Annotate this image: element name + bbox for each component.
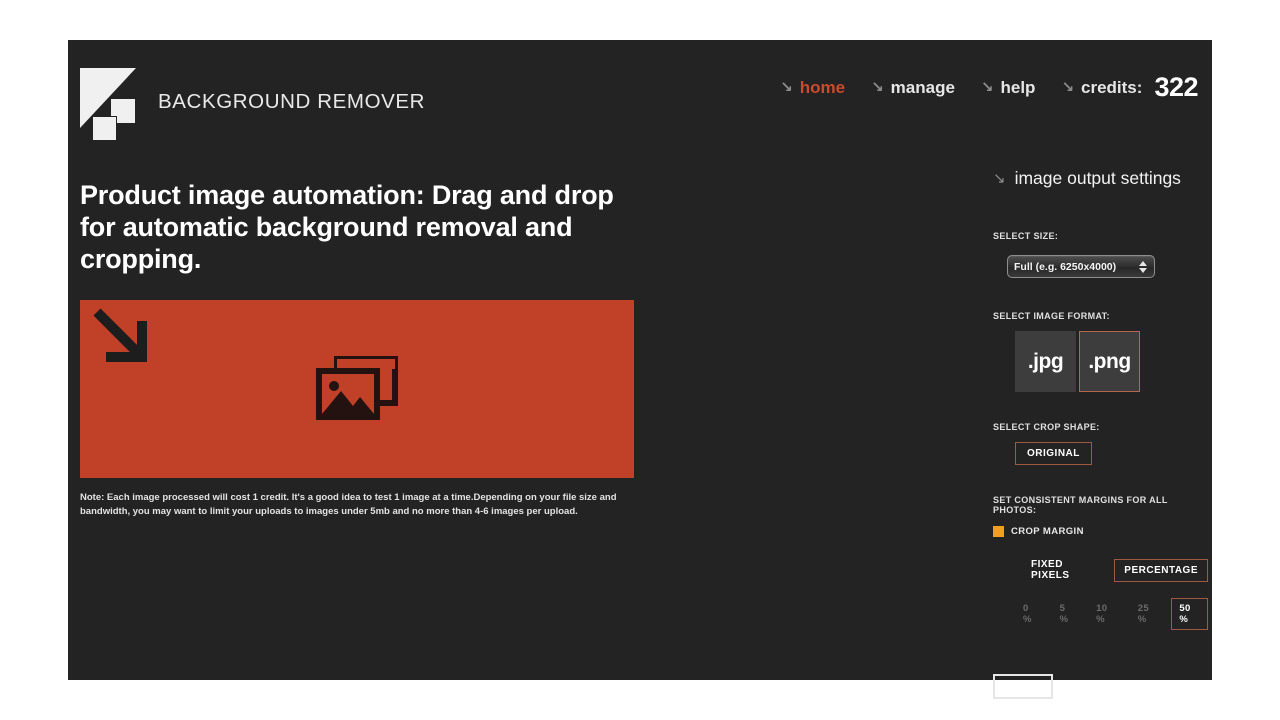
arrow-down-right-icon: ↘ [993,171,1006,186]
percentage-option-0[interactable]: 0 % [1015,598,1047,630]
percentage-option-50[interactable]: 50 % [1171,598,1208,630]
select-size-group: SELECT SIZE: Full (e.g. 6250x4000) [993,231,1208,278]
brand-title: BACKGROUND REMOVER [158,90,425,114]
select-size-dropdown[interactable]: Full (e.g. 6250x4000) [1007,255,1155,278]
arrow-down-right-icon: ↘ [1061,80,1074,95]
nav-item-credits[interactable]: ↘ credits: 322 [1061,72,1198,103]
upload-note: Note: Each image processed will cost 1 c… [80,491,625,520]
unit-button-percentage-label: PERCENTAGE [1124,565,1198,576]
arrow-down-right-icon: ↘ [780,80,793,95]
unit-button-fixed-pixels[interactable]: FIXED PIXELS [1021,553,1106,587]
select-size-label: SELECT SIZE: [993,231,1208,241]
margins-group: SET CONSISTENT MARGINS FOR ALL PHOTOS: C… [993,495,1208,630]
crop-shape-button-original[interactable]: ORIGINAL [1015,442,1092,465]
format-button-jpg-label: .jpg [1028,350,1063,374]
credits-value: 322 [1154,72,1198,103]
percentage-option-25-label: 25 % [1138,603,1149,625]
arrow-down-right-icon [93,308,153,368]
crop-margin-label: CROP MARGIN [1011,526,1084,537]
margins-label: SET CONSISTENT MARGINS FOR ALL PHOTOS: [993,495,1208,515]
stacked-photos-icon [315,355,399,423]
save-button-label: SAVE [1007,681,1039,693]
image-dropzone[interactable] [80,300,634,478]
format-button-jpg[interactable]: .jpg [1015,331,1076,392]
brand[interactable]: BACKGROUND REMOVER [80,68,425,136]
page-headline: Product image automation: Drag and drop … [80,180,625,276]
nav-item-home-label: home [800,78,845,98]
percentage-option-10-label: 10 % [1096,603,1107,625]
percentage-option-50-label: 50 % [1179,603,1190,625]
nav-item-help-label: help [1000,78,1035,98]
nav-item-manage-label: manage [891,78,955,98]
crop-margin-checkbox-row[interactable]: CROP MARGIN [993,526,1208,537]
format-button-row: .jpg .png [1015,331,1208,392]
percentage-option-row: 0 % 5 % 10 % 25 % 50 % [1015,598,1208,630]
percentage-option-25[interactable]: 25 % [1130,598,1167,630]
app-panel: BACKGROUND REMOVER ↘ home ↘ manage ↘ hel… [68,40,1212,680]
select-crop-shape-label: SELECT CROP SHAPE: [993,422,1208,432]
format-button-png-label: .png [1088,350,1130,374]
checker-triangle-logo-icon [80,68,144,136]
chevron-updown-icon [1138,259,1148,274]
main-nav: ↘ home ↘ manage ↘ help ↘ credits: 322 [780,72,1198,103]
percentage-option-5-label: 5 % [1060,603,1069,625]
checkbox-icon[interactable] [993,526,1004,537]
settings-panel-title: ↘ image output settings [993,168,1208,189]
app-header: BACKGROUND REMOVER ↘ home ↘ manage ↘ hel… [68,40,1212,150]
image-output-settings-panel: ↘ image output settings SELECT SIZE: Ful… [993,168,1208,699]
select-crop-shape-group: SELECT CROP SHAPE: ORIGINAL [993,422,1208,465]
crop-shape-button-original-label: ORIGINAL [1027,448,1080,459]
unit-button-fixed-pixels-label: FIXED PIXELS [1031,559,1070,581]
settings-panel-title-label: image output settings [1015,168,1181,189]
nav-item-help[interactable]: ↘ help [981,78,1036,98]
arrow-down-right-icon: ↘ [871,80,884,95]
select-size-value: Full (e.g. 6250x4000) [1014,261,1138,273]
format-button-png[interactable]: .png [1079,331,1140,392]
margin-unit-row: FIXED PIXELS PERCENTAGE [1021,553,1208,587]
unit-button-percentage[interactable]: PERCENTAGE [1114,559,1208,582]
select-format-group: SELECT IMAGE FORMAT: .jpg .png [993,311,1208,392]
percentage-option-10[interactable]: 10 % [1088,598,1125,630]
credits-label: credits: [1081,78,1142,98]
arrow-down-right-icon: ↘ [981,80,994,95]
select-format-label: SELECT IMAGE FORMAT: [993,311,1208,321]
nav-item-manage[interactable]: ↘ manage [871,78,955,98]
nav-item-home[interactable]: ↘ home [780,78,845,98]
main-column: Product image automation: Drag and drop … [80,180,660,520]
percentage-option-0-label: 0 % [1023,603,1032,625]
save-button[interactable]: SAVE [993,674,1053,699]
percentage-option-5[interactable]: 5 % [1052,598,1084,630]
